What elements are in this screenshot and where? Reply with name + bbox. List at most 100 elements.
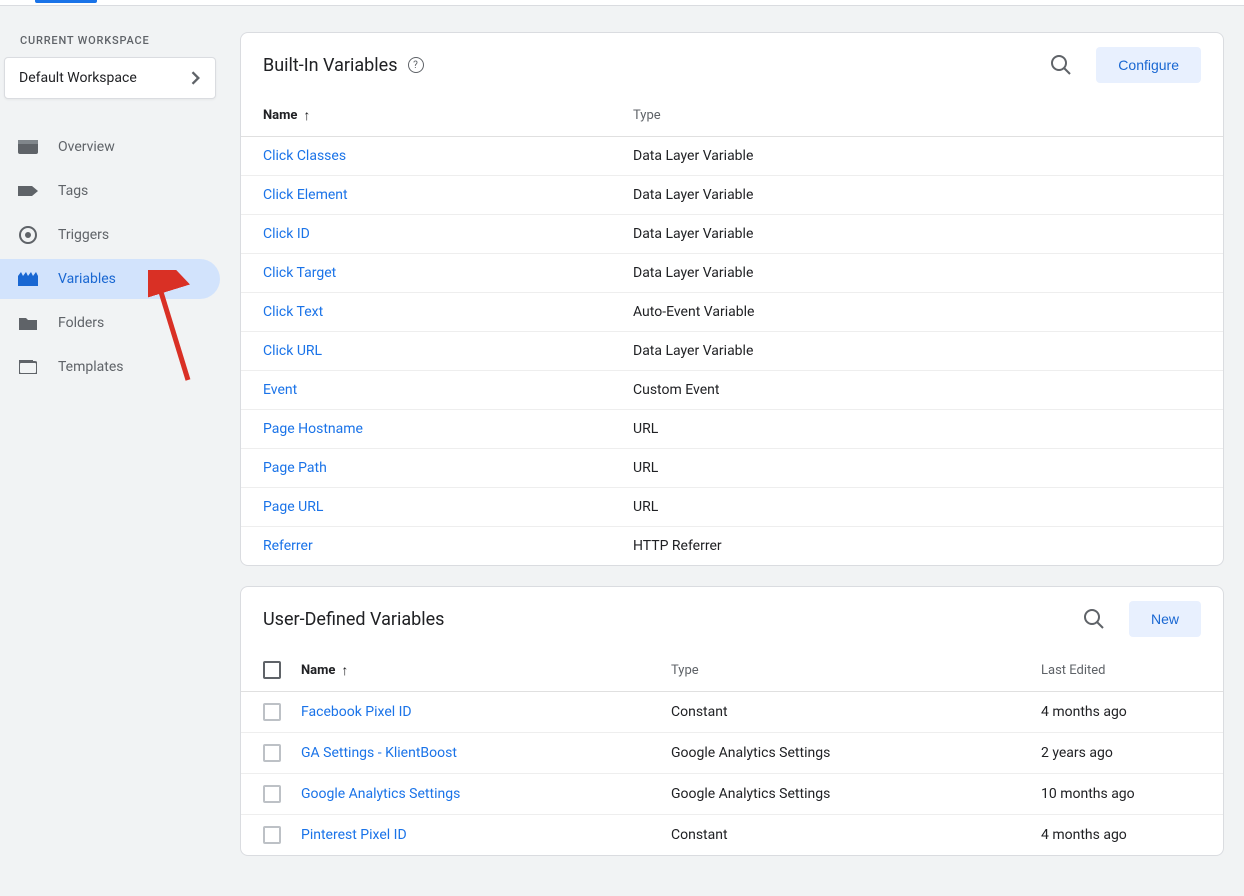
col-type-header[interactable]: Type xyxy=(671,663,1041,678)
workspace-label: CURRENT WORKSPACE xyxy=(0,34,220,57)
table-row[interactable]: Click Target Data Layer Variable xyxy=(241,254,1223,293)
variable-type: Google Analytics Settings xyxy=(671,786,830,802)
tag-icon xyxy=(18,181,38,201)
col-type-label: Type xyxy=(671,663,699,678)
table-row[interactable]: Facebook Pixel ID Constant 4 months ago xyxy=(241,692,1223,733)
variable-name-link[interactable]: Page Hostname xyxy=(263,421,363,437)
table-row[interactable]: Click Element Data Layer Variable xyxy=(241,176,1223,215)
variable-name-link[interactable]: Click Text xyxy=(263,304,323,320)
variable-name-link[interactable]: Event xyxy=(263,382,297,398)
userdef-title-text: User-Defined Variables xyxy=(263,609,444,630)
sort-asc-icon: ↑ xyxy=(303,107,310,124)
variable-type: Data Layer Variable xyxy=(633,343,753,359)
variable-name-link[interactable]: Page Path xyxy=(263,460,327,476)
variable-type: Data Layer Variable xyxy=(633,226,753,242)
variable-name-link[interactable]: Click Element xyxy=(263,187,348,203)
variable-name-link[interactable]: Referrer xyxy=(263,538,313,554)
select-all-cell xyxy=(263,661,301,679)
variable-edited: 2 years ago xyxy=(1041,745,1113,761)
sort-asc-icon: ↑ xyxy=(341,662,348,679)
table-row[interactable]: Referrer HTTP Referrer xyxy=(241,527,1223,565)
builtin-table-header: Name ↑ Type xyxy=(241,97,1223,137)
nav-folders[interactable]: Folders xyxy=(0,303,220,343)
builtin-title-text: Built-In Variables xyxy=(263,55,398,76)
col-edited-header[interactable]: Last Edited xyxy=(1041,663,1201,678)
variable-name-link[interactable]: Facebook Pixel ID xyxy=(301,704,412,720)
trigger-icon xyxy=(18,225,38,245)
variable-name-link[interactable]: Click Classes xyxy=(263,148,346,164)
table-row[interactable]: Click ID Data Layer Variable xyxy=(241,215,1223,254)
row-checkbox[interactable] xyxy=(263,826,281,844)
template-icon xyxy=(18,357,38,377)
variable-type: Constant xyxy=(671,704,728,720)
table-row[interactable]: Page Path URL xyxy=(241,449,1223,488)
search-icon xyxy=(1083,608,1105,630)
workspace-selector[interactable]: Default Workspace xyxy=(4,57,216,99)
variable-edited: 4 months ago xyxy=(1041,827,1127,843)
table-row[interactable]: Google Analytics Settings Google Analytic… xyxy=(241,774,1223,815)
nav-label: Templates xyxy=(58,359,124,375)
variable-icon xyxy=(18,269,38,289)
help-icon[interactable]: ? xyxy=(408,57,424,73)
variable-edited: 10 months ago xyxy=(1041,786,1135,802)
variable-type: URL xyxy=(633,421,658,437)
table-row[interactable]: Click Classes Data Layer Variable xyxy=(241,137,1223,176)
builtin-variables-card: Built-In Variables ? Configure Name ↑ Ty… xyxy=(240,32,1224,566)
table-row[interactable]: GA Settings - KlientBoost Google Analytic… xyxy=(241,733,1223,774)
variable-type: Auto-Event Variable xyxy=(633,304,754,320)
variable-type: Google Analytics Settings xyxy=(671,745,830,761)
table-row[interactable]: Page Hostname URL xyxy=(241,410,1223,449)
col-type-header[interactable]: Type xyxy=(633,108,1003,123)
table-row[interactable]: Click Text Auto-Event Variable xyxy=(241,293,1223,332)
variable-name-link[interactable]: Click ID xyxy=(263,226,310,242)
row-checkbox[interactable] xyxy=(263,703,281,721)
variable-name-link[interactable]: GA Settings - KlientBoost xyxy=(301,745,457,761)
variable-type: Custom Event xyxy=(633,382,719,398)
variable-type: Constant xyxy=(671,827,728,843)
table-row[interactable]: Event Custom Event xyxy=(241,371,1223,410)
nav-variables[interactable]: Variables xyxy=(0,259,220,299)
col-edited-label: Last Edited xyxy=(1041,663,1106,678)
table-row[interactable]: Pinterest Pixel ID Constant 4 months ago xyxy=(241,815,1223,855)
row-checkbox[interactable] xyxy=(263,785,281,803)
userdef-header: User-Defined Variables New xyxy=(241,587,1223,651)
variable-edited: 4 months ago xyxy=(1041,704,1127,720)
nav-label: Tags xyxy=(58,183,88,199)
variable-name-link[interactable]: Click URL xyxy=(263,343,322,359)
variable-name-link[interactable]: Google Analytics Settings xyxy=(301,786,460,802)
nav-overview[interactable]: Overview xyxy=(0,127,220,167)
variable-type: Data Layer Variable xyxy=(633,265,753,281)
builtin-header: Built-In Variables ? Configure xyxy=(241,33,1223,97)
search-userdef-button[interactable] xyxy=(1077,602,1111,636)
workspace-name: Default Workspace xyxy=(19,70,137,86)
overview-icon xyxy=(18,137,38,157)
nav-tags[interactable]: Tags xyxy=(0,171,220,211)
variable-type: URL xyxy=(633,499,658,515)
select-all-checkbox[interactable] xyxy=(263,661,281,679)
main-content: Built-In Variables ? Configure Name ↑ Ty… xyxy=(220,12,1244,896)
col-name-label: Name xyxy=(301,663,335,678)
col-name-header[interactable]: Name ↑ xyxy=(263,107,633,124)
new-button[interactable]: New xyxy=(1129,601,1201,637)
variable-name-link[interactable]: Page URL xyxy=(263,499,323,515)
table-row[interactable]: Page URL URL xyxy=(241,488,1223,527)
table-row[interactable]: Click URL Data Layer Variable xyxy=(241,332,1223,371)
variable-type: URL xyxy=(633,460,658,476)
col-name-header[interactable]: Name ↑ xyxy=(301,662,671,679)
nav-triggers[interactable]: Triggers xyxy=(0,215,220,255)
sidebar: CURRENT WORKSPACE Default Workspace Over… xyxy=(0,12,220,896)
search-icon xyxy=(1050,54,1072,76)
nav-list: Overview Tags Triggers Variables xyxy=(0,127,220,387)
builtin-title: Built-In Variables ? xyxy=(263,55,424,76)
col-type-label: Type xyxy=(633,108,661,123)
variable-type: HTTP Referrer xyxy=(633,538,722,554)
variable-type: Data Layer Variable xyxy=(633,187,753,203)
search-builtin-button[interactable] xyxy=(1044,48,1078,82)
variable-name-link[interactable]: Pinterest Pixel ID xyxy=(301,827,407,843)
variable-type: Data Layer Variable xyxy=(633,148,753,164)
configure-button[interactable]: Configure xyxy=(1096,47,1201,83)
row-checkbox[interactable] xyxy=(263,744,281,762)
variable-name-link[interactable]: Click Target xyxy=(263,265,336,281)
nav-templates[interactable]: Templates xyxy=(0,347,220,387)
userdef-title: User-Defined Variables xyxy=(263,609,444,630)
